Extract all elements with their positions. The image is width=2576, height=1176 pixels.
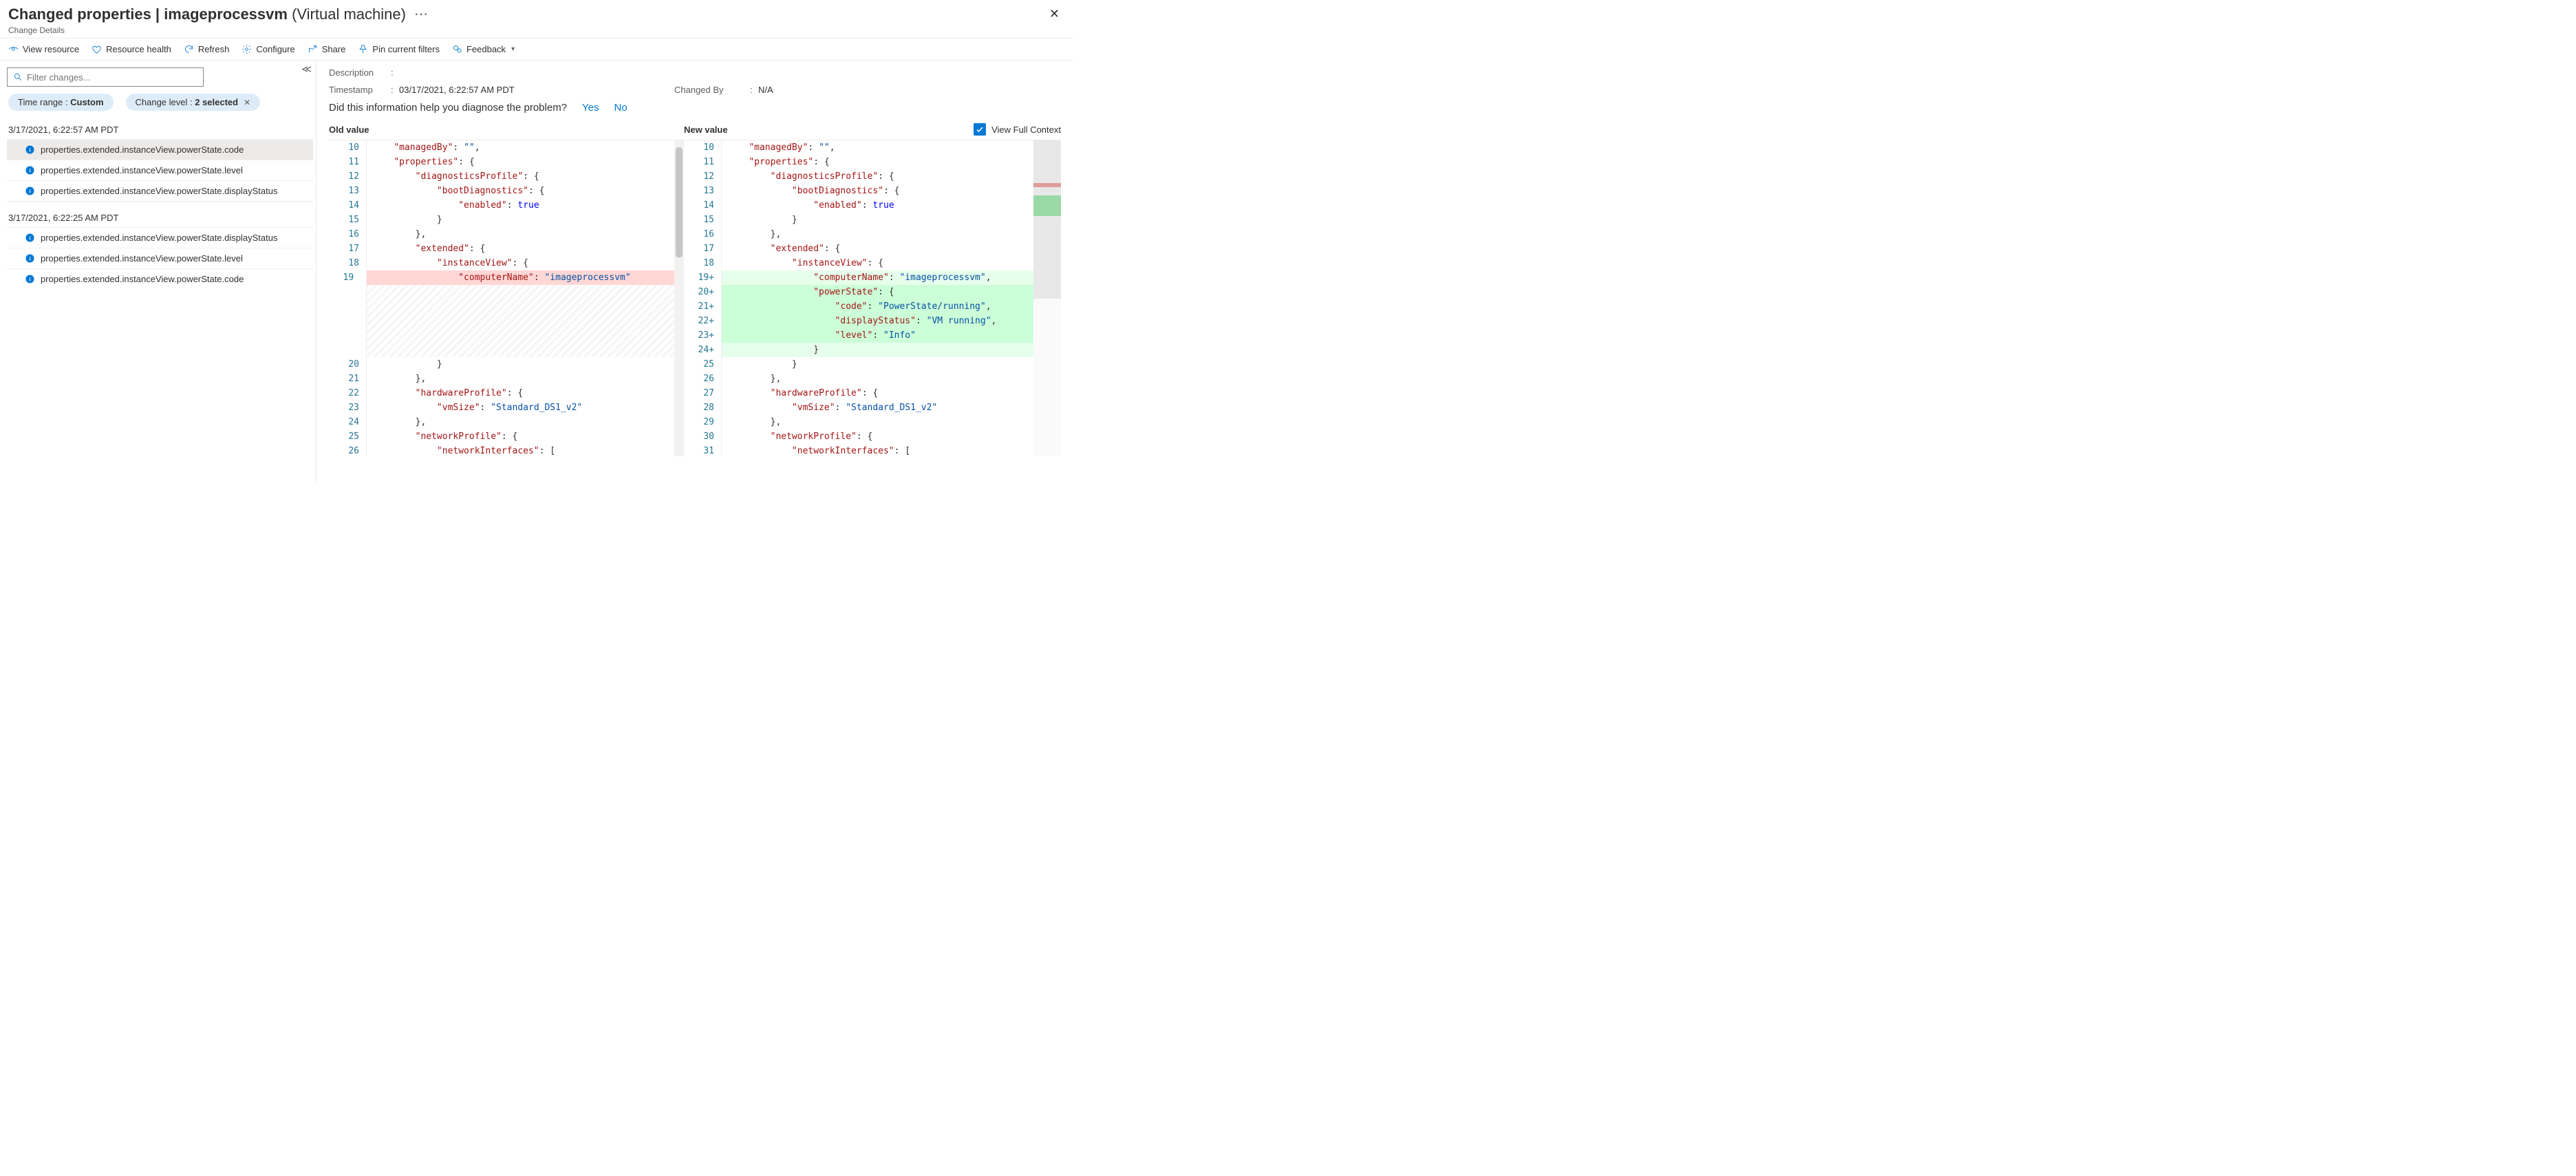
change-level-pill[interactable]: Change level : 2 selected ✕ xyxy=(126,94,261,111)
search-icon xyxy=(13,72,23,82)
change-row[interactable]: i properties.extended.instanceView.powerS… xyxy=(7,248,313,268)
svg-text:i: i xyxy=(29,189,30,195)
metadata: Description: Timestamp:03/17/2021, 6:22:… xyxy=(329,67,1061,95)
pin-button[interactable]: Pin current filters xyxy=(358,44,440,54)
configure-button[interactable]: Configure xyxy=(242,44,294,54)
change-row-path: properties.extended.instanceView.powerSt… xyxy=(41,253,243,264)
svg-text:i: i xyxy=(29,235,30,242)
refresh-icon xyxy=(184,44,194,54)
info-icon: i xyxy=(25,233,35,243)
svg-text:i: i xyxy=(29,168,30,174)
share-icon xyxy=(308,44,318,54)
page-title: Changed properties | imageprocessvm (Vir… xyxy=(8,6,406,23)
change-row-path: properties.extended.instanceView.powerSt… xyxy=(41,145,244,155)
change-row[interactable]: i properties.extended.instanceView.powerS… xyxy=(7,227,313,248)
scrollbar[interactable] xyxy=(674,140,684,456)
new-value-header: New value xyxy=(684,125,974,135)
chevron-down-icon: ▾ xyxy=(511,45,515,53)
info-icon: i xyxy=(25,165,35,175)
refresh-button[interactable]: Refresh xyxy=(184,44,230,54)
gear-icon xyxy=(242,44,252,54)
eye-icon xyxy=(8,44,19,54)
resource-health-button[interactable]: Resource health xyxy=(92,44,171,54)
change-row[interactable]: i properties.extended.instanceView.powerS… xyxy=(7,180,313,201)
filter-input-wrap[interactable] xyxy=(7,67,204,87)
change-row-path: properties.extended.instanceView.powerSt… xyxy=(41,165,243,175)
change-group-header: 3/17/2021, 6:22:57 AM PDT xyxy=(7,120,313,139)
info-icon: i xyxy=(25,145,35,155)
info-icon: i xyxy=(25,253,35,264)
pin-icon xyxy=(358,44,368,54)
clear-level-icon[interactable]: ✕ xyxy=(244,98,250,107)
share-button[interactable]: Share xyxy=(308,44,346,54)
full-context-checkbox[interactable] xyxy=(974,123,986,136)
full-context-label: View Full Context xyxy=(991,125,1061,135)
change-group-header: 3/17/2021, 6:22:25 AM PDT xyxy=(7,201,313,227)
collapse-left-button[interactable]: ≪ xyxy=(301,63,312,75)
page-subtitle: Change Details xyxy=(8,25,1065,35)
filter-input[interactable] xyxy=(27,72,197,83)
feedback-no-link[interactable]: No xyxy=(614,102,627,114)
old-value-header: Old value xyxy=(329,125,684,135)
diagnose-question: Did this information help you diagnose t… xyxy=(329,102,1061,114)
feedback-icon xyxy=(452,44,462,54)
change-row[interactable]: i properties.extended.instanceView.powerS… xyxy=(7,268,313,289)
info-icon: i xyxy=(25,274,35,284)
svg-text:i: i xyxy=(29,147,30,153)
change-row-path: properties.extended.instanceView.powerSt… xyxy=(41,186,277,196)
close-button[interactable]: ✕ xyxy=(1044,4,1065,24)
diff-viewer: 10111213141516171819 20212223242526 "man… xyxy=(329,140,1061,456)
feedback-yes-link[interactable]: Yes xyxy=(582,102,599,114)
info-icon: i xyxy=(25,186,35,196)
time-range-pill[interactable]: Time range : Custom xyxy=(8,94,114,111)
change-row[interactable]: i properties.extended.instanceView.powerS… xyxy=(7,160,313,180)
heart-icon xyxy=(92,44,102,54)
svg-text:i: i xyxy=(29,277,30,283)
svg-text:i: i xyxy=(29,256,30,262)
feedback-button[interactable]: Feedback ▾ xyxy=(452,44,515,54)
more-button[interactable]: ⋯ xyxy=(414,6,428,23)
minimap[interactable] xyxy=(1033,140,1061,456)
change-row[interactable]: i properties.extended.instanceView.powerS… xyxy=(7,139,313,160)
view-resource-button[interactable]: View resource xyxy=(8,44,79,54)
change-row-path: properties.extended.instanceView.powerSt… xyxy=(41,233,277,243)
change-row-path: properties.extended.instanceView.powerSt… xyxy=(41,274,244,284)
check-icon xyxy=(976,125,984,133)
